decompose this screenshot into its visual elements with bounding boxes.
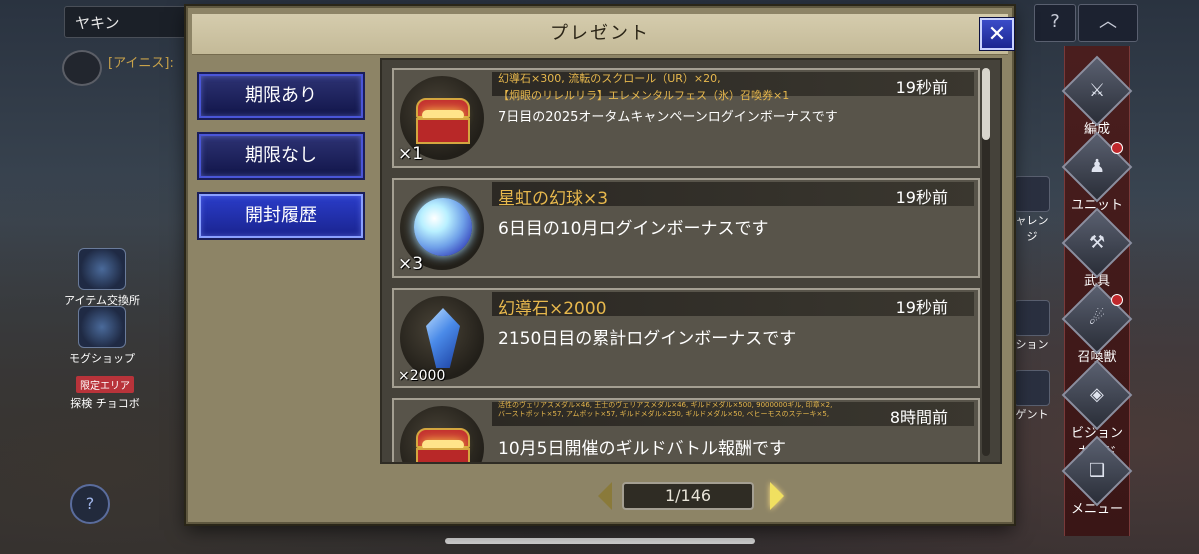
close-icon: ✕ — [987, 22, 1007, 47]
scroll-thumb[interactable] — [982, 68, 990, 140]
chest-graphic — [416, 98, 470, 144]
item-exchange-button[interactable]: アイテム交換所 — [64, 248, 140, 308]
item-quantity: ×2000 — [398, 368, 446, 384]
present-icon — [1014, 370, 1050, 406]
item-exchange-icon — [78, 248, 126, 290]
present-dialog: プレゼント ✕ 期限あり 期限なし 開封履歴 ×1 幻導石×300, 流転のスク… — [186, 6, 1014, 524]
notification-dot — [1111, 142, 1123, 154]
mission-icon — [1014, 300, 1050, 336]
chocobo-explore-label: 探検 チョコボ — [70, 397, 140, 410]
list-item[interactable]: ×3 星虹の幻球×3 19秒前 6日目の10月ログインボーナスです — [392, 178, 980, 278]
chocobo-explore-button[interactable]: 限定エリア 探検 チョコボ — [64, 376, 146, 411]
item-description: 2150日目の累計ログインボーナスです — [498, 329, 797, 349]
sword-icon: ⚒ — [1061, 207, 1133, 279]
notification-dot — [1111, 294, 1123, 306]
item-quantity: ×1 — [398, 144, 424, 164]
nav-menu[interactable]: ❑ メニュー — [1061, 435, 1133, 517]
page-indicator: 1/146 — [622, 482, 754, 510]
present-label: ゲント — [1015, 408, 1049, 421]
limited-area-badge: 限定エリア — [76, 376, 134, 393]
summon-icon: ☄ — [1061, 283, 1133, 355]
list-item[interactable]: 活性のヴェリアスメダル×46, 王士のヴェリアスメダル×46, ギルドメダル×5… — [392, 398, 980, 462]
moogle-icon — [78, 306, 126, 348]
item-time: 19秒前 — [895, 298, 948, 317]
question-icon[interactable]: ? — [1034, 4, 1076, 42]
card-icon: ◈ — [1061, 359, 1133, 431]
mog-shop-button[interactable]: モグショップ — [64, 306, 140, 366]
dialog-header: プレゼント ✕ — [192, 14, 1014, 55]
unit-icon: ♟ — [1061, 131, 1133, 203]
nav-summon[interactable]: ☄ 召喚獣 — [1061, 283, 1133, 365]
crystal-graphic — [426, 308, 460, 368]
challenge-icon — [1014, 176, 1050, 212]
party-icon: ⚔ — [1061, 55, 1133, 127]
mog-shop-label: モグショップ — [69, 352, 135, 365]
orb-graphic — [414, 198, 472, 256]
item-description: 6日目の10月ログインボーナスです — [498, 219, 769, 239]
item-time: 8時間前 — [889, 408, 948, 427]
challenge-label: ャレンジ — [1015, 214, 1049, 243]
tab-with-deadline[interactable]: 期限あり — [199, 74, 363, 118]
list-item[interactable]: ×2000 幻導石×2000 19秒前 2150日目の累計ログインボーナスです — [392, 288, 980, 388]
book-icon: ❑ — [1061, 435, 1133, 507]
mission-label: ション — [1015, 338, 1049, 351]
chat-icon[interactable] — [62, 50, 102, 86]
item-title: 幻導石×2000 — [498, 299, 607, 319]
item-title: 星虹の幻球×3 — [498, 189, 609, 209]
close-button[interactable]: ✕ — [980, 18, 1014, 50]
item-description: 10月5日開催のギルドバトル報酬です — [498, 439, 786, 459]
tab-open-history[interactable]: 開封履歴 — [199, 194, 363, 238]
present-button[interactable]: ゲント — [1012, 370, 1052, 422]
chest-graphic — [416, 428, 470, 462]
item-quantity: ×3 — [398, 254, 424, 274]
collapse-icon[interactable]: ︿ — [1078, 4, 1138, 42]
item-title: 活性のヴェリアスメダル×46, 王士のヴェリアスメダル×46, ギルドメダル×5… — [498, 401, 833, 418]
dialog-title: プレゼント — [550, 23, 650, 44]
list-item[interactable]: ×1 幻導石×300, 流転のスクロール（UR）×20, 【炯眼のリレルリラ】エ… — [392, 68, 980, 168]
help-icon[interactable]: ? — [70, 484, 110, 524]
mission-button[interactable]: ション — [1012, 300, 1052, 352]
search-field[interactable]: ヤキン — [64, 6, 204, 38]
nav-party[interactable]: ⚔ 編成 — [1061, 55, 1133, 137]
nav-equipment[interactable]: ⚒ 武具 — [1061, 207, 1133, 289]
item-title: 幻導石×300, 流転のスクロール（UR）×20, 【炯眼のリレルリラ】エレメン… — [498, 72, 790, 102]
next-page-icon[interactable] — [770, 482, 784, 510]
chat-preview: [アイニス]: — [108, 56, 174, 71]
tab-no-deadline[interactable]: 期限なし — [199, 134, 363, 178]
home-indicator — [445, 538, 755, 544]
nav-unit[interactable]: ♟ ユニット — [1061, 131, 1133, 213]
treasure-chest-icon — [400, 406, 484, 462]
item-description: 7日目の2025オータムキャンペーンログインボーナスです — [498, 110, 838, 125]
item-time: 19秒前 — [895, 188, 948, 207]
main-nav: ⚔ 編成 ♟ ユニット ⚒ 武具 ☄ 召喚獣 ◈ ビジョンカード ❑ メニュー — [1061, 46, 1133, 536]
item-time: 19秒前 — [895, 78, 948, 97]
list-scrollbar[interactable] — [982, 68, 990, 456]
prev-page-icon[interactable] — [598, 482, 612, 510]
challenge-button[interactable]: ャレンジ — [1012, 176, 1052, 244]
present-list[interactable]: ×1 幻導石×300, 流転のスクロール（UR）×20, 【炯眼のリレルリラ】エ… — [380, 58, 1002, 464]
